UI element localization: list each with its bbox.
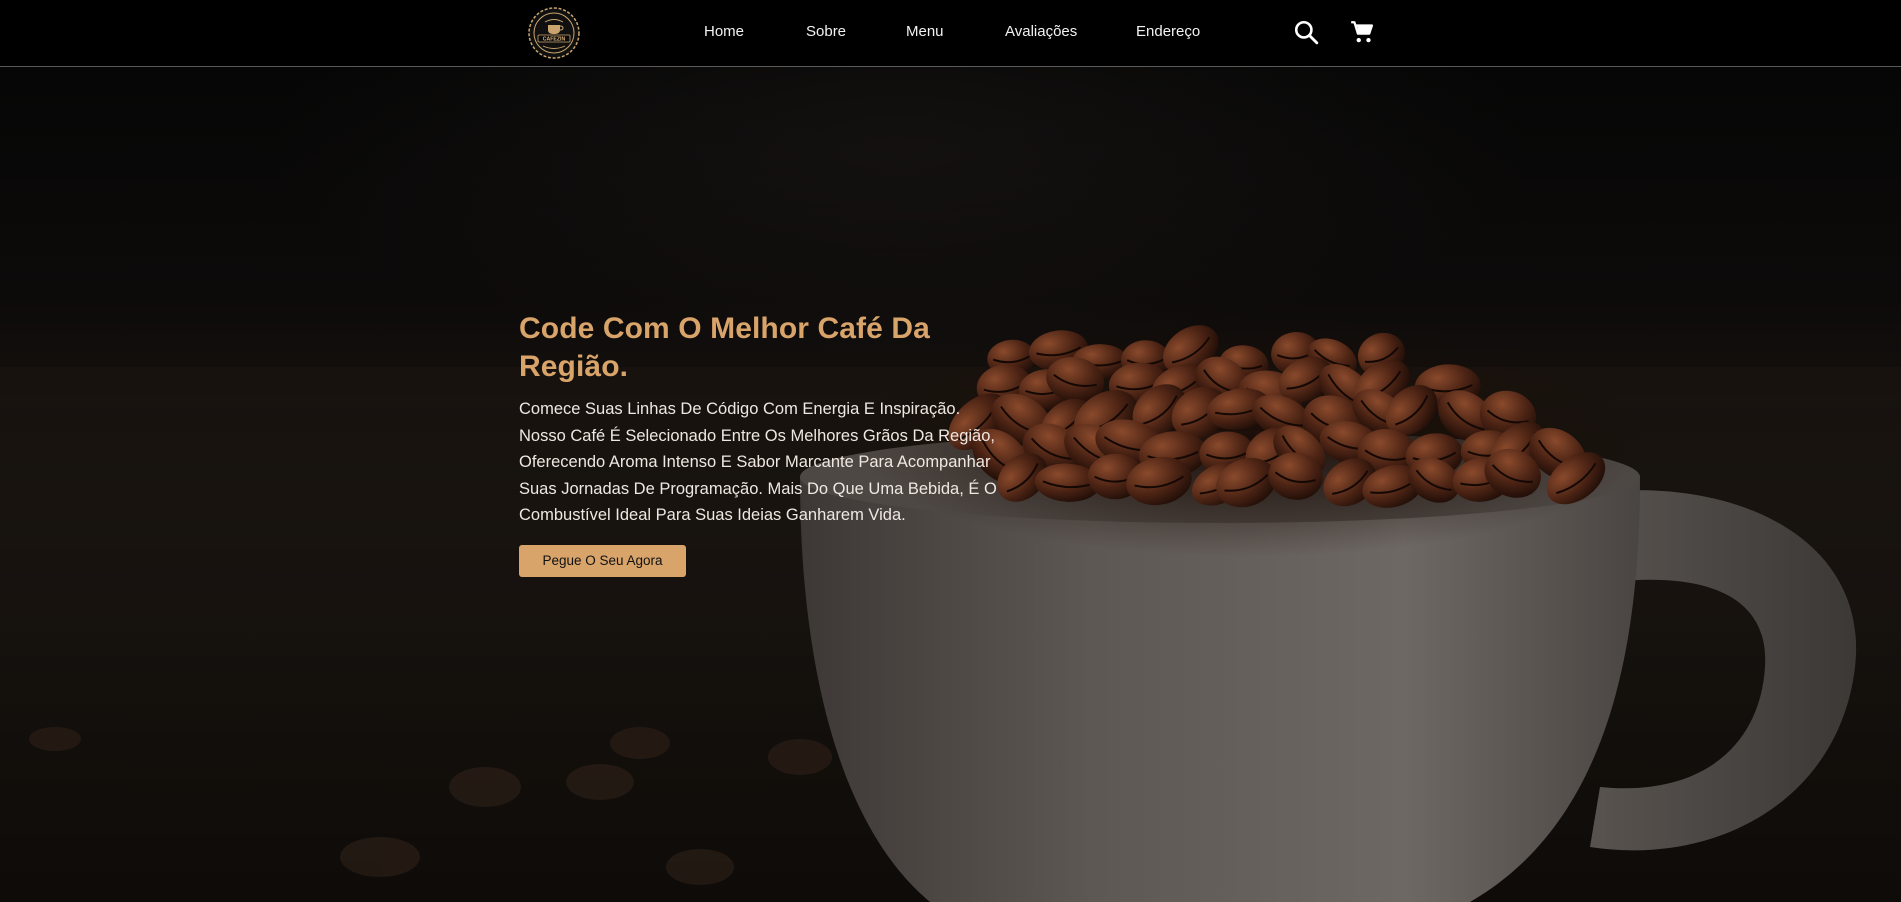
navbar: CAFEZIN Home Sobre Menu Avaliações Ender…	[0, 0, 1901, 67]
nav-link-sobre[interactable]: Sobre	[806, 23, 846, 41]
main-nav: Home Sobre Menu Avaliações Endereço	[0, 0, 1901, 66]
hero-section: Code Com O Melhor Café Da Região. Comece…	[0, 67, 1901, 902]
nav-link-menu[interactable]: Menu	[906, 23, 944, 41]
nav-link-endereco[interactable]: Endereço	[1136, 23, 1200, 41]
search-icon[interactable]	[1293, 19, 1319, 45]
nav-link-home[interactable]: Home	[704, 23, 744, 41]
cart-icon[interactable]	[1349, 19, 1375, 45]
hero-description: Comece Suas Linhas De Código Com Energia…	[519, 400, 997, 524]
hero-title: Code Com O Melhor Café Da Região.	[519, 312, 930, 383]
nav-link-avaliacoes[interactable]: Avaliações	[1005, 23, 1077, 41]
coffee-beans-cluster	[948, 325, 1606, 508]
cta-button[interactable]: Pegue O Seu Agora	[519, 544, 686, 577]
hero-content: Code Com O Melhor Café Da Região. Comece…	[519, 310, 999, 577]
